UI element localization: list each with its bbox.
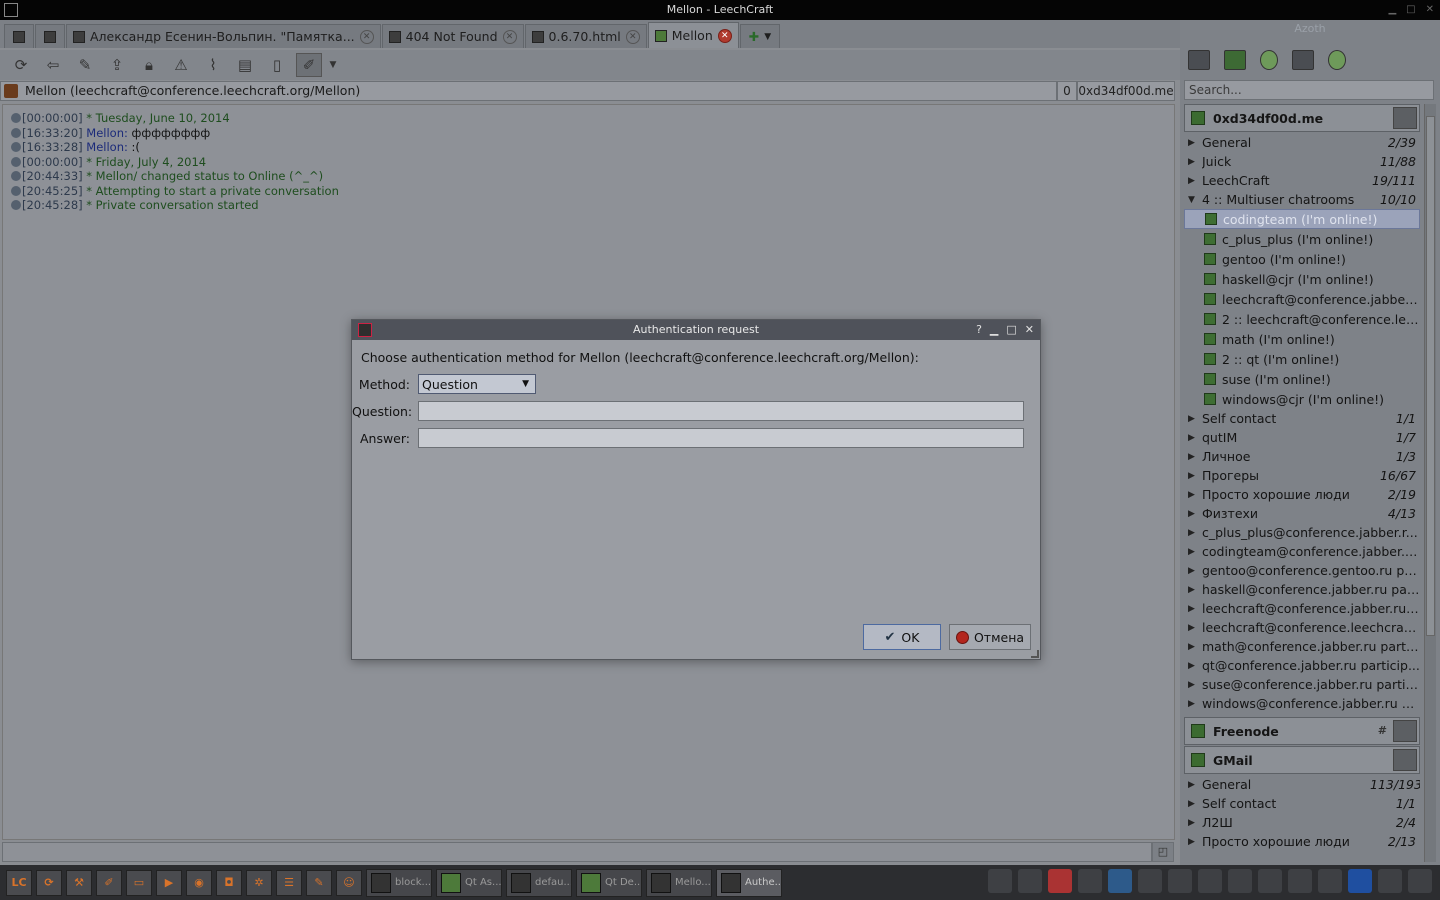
leechcraft-tray-icon[interactable] xyxy=(1018,869,1042,893)
ok-button[interactable]: ✔ OK xyxy=(863,624,941,650)
ok-label: OK xyxy=(901,629,920,645)
answer-field[interactable] xyxy=(418,428,1024,448)
info-icon[interactable] xyxy=(1348,869,1372,893)
terminal-icon[interactable]: ▭ xyxy=(126,869,152,896)
pen-icon[interactable]: ✐ xyxy=(96,869,122,896)
media-icon[interactable]: ▶ xyxy=(156,869,182,896)
method-row: Method: Question ▼ xyxy=(352,374,536,394)
authentication-dialog: Authentication request ? ▁ □ ✕ Choose au… xyxy=(351,319,1041,660)
taskbar-task[interactable]: Authe... xyxy=(716,868,782,897)
taskbar-task[interactable]: Qt As... xyxy=(436,868,502,897)
tool-icon[interactable]: ⚒ xyxy=(66,869,92,896)
minimize-icon[interactable]: ▁ xyxy=(990,320,998,340)
question-label: Question: xyxy=(352,403,413,419)
checkmark-icon: ✔ xyxy=(884,629,896,645)
list-icon[interactable]: ☰ xyxy=(276,869,302,896)
close-icon[interactable]: ✕ xyxy=(1426,0,1434,20)
notes-icon[interactable] xyxy=(1198,869,1222,893)
reload-icon[interactable]: ⟳ xyxy=(36,869,62,896)
leechcraft-icon xyxy=(721,872,741,893)
maximize-icon[interactable]: □ xyxy=(1006,320,1016,340)
user-icon[interactable]: ☺ xyxy=(336,869,362,896)
clipboard-icon[interactable] xyxy=(1378,869,1402,893)
updates-icon[interactable] xyxy=(1288,869,1312,893)
taskbar: LC ⟳ ⚒ ✐ ▭ ▶ ◉ ◘ ✲ ☰ ✎ ☺ block... Qt As.… xyxy=(0,865,1440,900)
gmail-icon[interactable] xyxy=(1048,869,1072,893)
panel-title: Azoth xyxy=(1294,22,1326,35)
taskbar-task[interactable]: defau... xyxy=(506,868,572,897)
method-value: Question xyxy=(422,376,478,392)
method-select[interactable]: Question ▼ xyxy=(418,374,536,394)
taskbar-task[interactable]: block... xyxy=(366,868,432,897)
player-icon[interactable]: ◉ xyxy=(186,869,212,896)
gear-icon xyxy=(511,872,531,893)
method-label: Method: xyxy=(358,376,410,392)
qt-icon xyxy=(441,872,461,893)
system-tray xyxy=(988,869,1432,893)
window-title-bar: Mellon - LeechCraft ▁ □ ✕ xyxy=(0,0,1440,20)
monitor-icon[interactable] xyxy=(988,869,1012,893)
usb-icon[interactable] xyxy=(1258,869,1282,893)
help-icon[interactable]: ? xyxy=(976,320,982,340)
gear-icon[interactable] xyxy=(1228,869,1252,893)
app-icon xyxy=(4,3,18,17)
window-title: Mellon - LeechCraft xyxy=(666,3,774,16)
globe-icon[interactable] xyxy=(1108,869,1132,893)
dialog-window-controls: ? ▁ □ ✕ xyxy=(976,320,1034,340)
chevron-down-icon: ▼ xyxy=(522,379,529,389)
answer-row: Answer: xyxy=(352,428,1024,448)
qt-icon xyxy=(581,872,601,893)
cancel-label: Отмена xyxy=(973,629,1025,645)
resize-grip[interactable] xyxy=(1031,650,1039,658)
keyboard-icon[interactable] xyxy=(1168,869,1192,893)
leechcraft-icon xyxy=(651,872,671,893)
taskbar-task[interactable]: Qt De... xyxy=(576,868,642,897)
stop-icon xyxy=(955,630,969,644)
leechcraft-icon xyxy=(358,323,372,337)
pencil-icon[interactable] xyxy=(1408,869,1432,893)
question-row: Question: xyxy=(352,401,1024,421)
key-icon[interactable] xyxy=(1138,869,1162,893)
minimize-icon[interactable]: ▁ xyxy=(1388,0,1396,20)
edit-icon[interactable]: ✎ xyxy=(306,869,332,896)
terminal-icon xyxy=(371,872,391,893)
window-controls: ▁ □ ✕ xyxy=(1388,0,1434,20)
maximize-icon[interactable]: □ xyxy=(1406,0,1415,20)
dialog-title: Authentication request xyxy=(632,323,760,336)
camera-icon[interactable]: ◘ xyxy=(216,869,242,896)
taskbar-task[interactable]: Mello... xyxy=(646,868,712,897)
cancel-button[interactable]: Отмена xyxy=(949,624,1031,650)
dialog-title-bar: Authentication request ? ▁ □ ✕ xyxy=(352,320,1040,340)
leechcraft-launcher-icon[interactable]: LC xyxy=(6,869,32,896)
answer-label: Answer: xyxy=(359,430,410,446)
dialog-prompt: Choose authentication method for Mellon … xyxy=(361,350,919,365)
close-icon[interactable]: ✕ xyxy=(1025,320,1034,340)
network-icon[interactable]: ✲ xyxy=(246,869,272,896)
weather-icon[interactable] xyxy=(1318,869,1342,893)
question-field[interactable] xyxy=(418,401,1024,421)
tools-icon[interactable] xyxy=(1078,869,1102,893)
